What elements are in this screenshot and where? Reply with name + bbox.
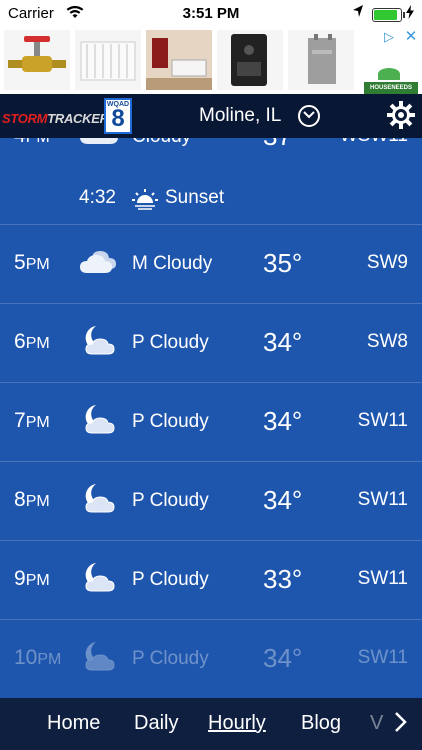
- nav-home[interactable]: Home: [47, 712, 100, 735]
- logo-badge: WQAD 8: [104, 98, 132, 134]
- forecast-row[interactable]: 5PM M Cloudy 35° SW9: [0, 225, 422, 304]
- sunset-time: 4:32: [79, 187, 116, 208]
- forecast-wind: SW9: [366, 252, 408, 273]
- forecast-condition: P Cloudy: [132, 648, 209, 669]
- partly-cloudy-night-icon: [78, 559, 120, 595]
- forecast-hour: 6PM: [14, 330, 50, 353]
- forecast-row[interactable]: 8PM P Cloudy 34° SW11: [0, 462, 422, 541]
- forecast-wind: SW11: [357, 489, 408, 510]
- forecast-hour: 7PM: [14, 409, 50, 432]
- forecast-hour: 9PM: [14, 567, 50, 590]
- forecast-temp: 33°: [263, 564, 303, 594]
- forecast-row[interactable]: 4PM Cloudy 37° WSW11 4:32 Sunset: [0, 138, 422, 225]
- forecast-condition: P Cloudy: [132, 411, 209, 432]
- gear-icon[interactable]: [387, 101, 415, 129]
- cloudy-icon: [78, 138, 120, 152]
- ad-close-icon[interactable]: ✕: [402, 28, 420, 46]
- forecast-temp: 34°: [263, 327, 303, 357]
- battery-icon: [372, 8, 405, 22]
- ad-product-valve-image[interactable]: [4, 30, 70, 90]
- forecast-temp: 37°: [263, 138, 302, 152]
- forecast-hour: 4PM: [14, 138, 50, 148]
- location-label[interactable]: Moline, IL: [199, 105, 281, 127]
- location-arrow-icon: [352, 4, 364, 21]
- forecast-temp: 34°: [263, 485, 303, 515]
- forecast-wind: SW8: [366, 331, 408, 352]
- partly-cloudy-night-icon: [78, 322, 120, 358]
- forecast-wind: SW11: [357, 568, 408, 589]
- forecast-temp: 35°: [263, 248, 303, 278]
- forecast-row[interactable]: 10PM P Cloudy 34° SW11: [0, 620, 422, 698]
- sunset-row: 4:32 Sunset: [0, 184, 422, 222]
- chevron-right-icon[interactable]: [393, 710, 409, 734]
- app-header: STORMTRACKER WQAD 8 Moline, IL: [0, 94, 422, 138]
- ad-brand-logo-icon: [378, 68, 400, 80]
- ad-product-boiler-image[interactable]: [217, 30, 283, 90]
- logo-brand-text: STORM: [2, 111, 48, 126]
- sunset-icon: [131, 187, 159, 211]
- sunset-label: Sunset: [165, 187, 225, 208]
- partly-cloudy-night-icon: [78, 638, 120, 674]
- forecast-row[interactable]: 7PM P Cloudy 34° SW11: [0, 383, 422, 462]
- logo-wordmark: STORMTRACKER: [2, 111, 109, 126]
- forecast-temp: 34°: [263, 643, 303, 673]
- forecast-condition: P Cloudy: [132, 332, 209, 353]
- partly-cloudy-night-icon: [78, 480, 120, 516]
- partly-cloudy-night-icon: [78, 401, 120, 437]
- hourly-forecast-list[interactable]: 4PM Cloudy 37° WSW11 4:32 Sunset 5PM M C…: [0, 138, 422, 698]
- app-logo[interactable]: STORMTRACKER WQAD 8: [0, 98, 134, 134]
- forecast-wind: WSW11: [340, 138, 408, 147]
- status-bar: Carrier 3:51 PM: [0, 0, 422, 28]
- mostly-cloudy-icon: [78, 243, 120, 279]
- nav-daily[interactable]: Daily: [134, 712, 178, 735]
- ad-product-room-image[interactable]: [146, 30, 212, 90]
- ad-product-heater-image[interactable]: [288, 30, 354, 90]
- ad-banner[interactable]: ▷ ✕ HOUSENEEDS: [0, 28, 422, 94]
- forecast-hour: 8PM: [14, 488, 50, 511]
- forecast-condition: M Cloudy: [132, 253, 213, 274]
- forecast-wind: SW11: [357, 647, 408, 668]
- ad-product-radiator-image[interactable]: [75, 30, 141, 90]
- ad-brand-label[interactable]: HOUSENEEDS: [364, 82, 418, 94]
- forecast-row[interactable]: 6PM P Cloudy 34° SW8: [0, 304, 422, 383]
- nav-hourly[interactable]: Hourly: [208, 712, 266, 735]
- forecast-row[interactable]: 9PM P Cloudy 33° SW11: [0, 541, 422, 620]
- chevron-down-icon[interactable]: [298, 105, 320, 127]
- forecast-hour: 5PM: [14, 251, 50, 274]
- forecast-condition: P Cloudy: [132, 490, 209, 511]
- forecast-condition: Cloudy: [132, 138, 191, 148]
- logo-brand-text-2: TRACKER: [47, 111, 109, 126]
- bottom-nav: Home Daily Hourly Blog V: [0, 698, 422, 750]
- charging-bolt-icon: [406, 5, 414, 22]
- forecast-temp: 34°: [263, 406, 303, 436]
- forecast-hour: 10PM: [14, 646, 62, 669]
- logo-channel-number: 8: [111, 105, 125, 132]
- forecast-condition: P Cloudy: [132, 569, 209, 590]
- nav-blog[interactable]: Blog: [301, 712, 341, 735]
- nav-overflow-item[interactable]: V: [370, 712, 383, 735]
- ad-choices-icon[interactable]: ▷: [380, 28, 398, 46]
- forecast-wind: SW11: [357, 410, 408, 431]
